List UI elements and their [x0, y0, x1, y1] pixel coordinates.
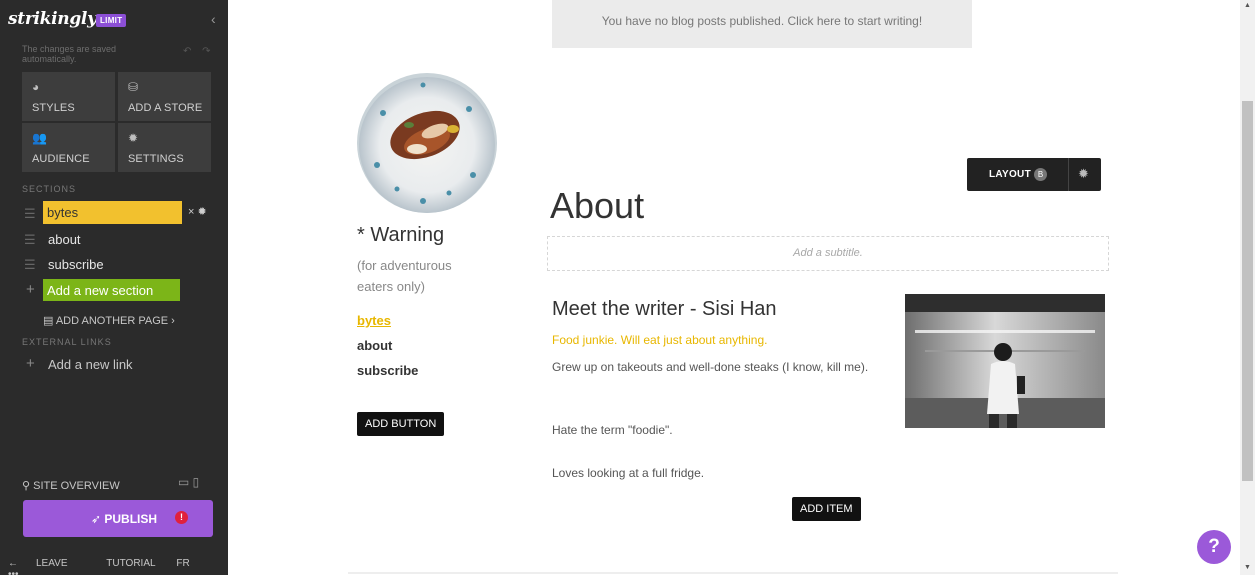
drag-handle-icon[interactable]: ☰ — [24, 257, 36, 273]
site-overview-label: SITE OVERVIEW — [33, 480, 120, 492]
collapse-sidebar-icon[interactable]: ‹ — [211, 11, 216, 27]
strikingly-logo[interactable]: strikingly — [8, 9, 97, 29]
sidebar-bottom-bar: ← LEAVE TUTORIAL FR ••• — [8, 558, 228, 580]
palette-icon: ◕ — [32, 80, 40, 94]
publish-button[interactable]: ➶ PUBLISH ! — [23, 500, 213, 537]
subtitle-input[interactable]: Add a subtitle. — [547, 236, 1109, 271]
plus-icon: + — [26, 355, 35, 372]
item-title[interactable]: Meet the writer - Sisi Han — [552, 298, 777, 321]
leave-button[interactable]: ← LEAVE — [8, 558, 88, 569]
publish-label: ➶ PUBLISH — [91, 512, 158, 526]
section-title[interactable]: About — [550, 185, 644, 227]
writer-photo[interactable] — [905, 294, 1105, 428]
drag-handle-icon[interactable]: ☰ — [24, 232, 36, 248]
add-store-label: ADD A STORE — [128, 102, 203, 114]
store-icon: ⛁ — [128, 80, 139, 94]
section-item-about[interactable]: ☰ about — [22, 228, 218, 250]
add-page-label: ADD ANOTHER PAGE › — [55, 315, 175, 327]
site-overview-button[interactable]: ⚲ SITE OVERVIEW — [22, 479, 120, 492]
site-logo-image[interactable] — [357, 73, 497, 213]
site-canvas: You have no blog posts published. Click … — [228, 0, 1240, 575]
add-store-tile[interactable]: ⛁ ADD A STORE — [118, 72, 211, 121]
item-paragraph[interactable]: Grew up on takeouts and well-done steaks… — [552, 357, 892, 377]
device-preview-icons[interactable]: ▭ ▯ — [178, 475, 199, 489]
layout-button[interactable]: LAYOUT — [989, 169, 1031, 180]
section-label: bytes — [47, 205, 79, 220]
add-another-page-link[interactable]: ▤ ADD ANOTHER PAGE › — [43, 314, 175, 327]
add-button-button[interactable]: ADD BUTTON — [357, 412, 445, 436]
scroll-up-icon[interactable]: ▲ — [1244, 2, 1251, 9]
active-section-bytes[interactable]: bytes — [43, 201, 182, 224]
language-button[interactable]: FR — [176, 558, 189, 569]
editor-sidebar: strikingly LIMIT ‹ The changes are saved… — [0, 0, 228, 580]
scroll-down-icon[interactable]: ▼ — [1244, 564, 1251, 571]
site-nav: bytes about subscribe — [357, 313, 418, 388]
limit-badge[interactable]: LIMIT — [96, 14, 127, 27]
audience-tile[interactable]: 👥 AUDIENCE — [22, 123, 115, 172]
sections-heading: SECTIONS — [22, 184, 77, 194]
audience-label: AUDIENCE — [32, 153, 90, 165]
add-section-button[interactable]: Add a new section — [43, 279, 180, 301]
arrow-left-icon: ← — [8, 558, 18, 569]
nav-link-about[interactable]: about — [357, 338, 418, 363]
autosave-note: The changes are saved automatically. — [22, 44, 117, 64]
site-title[interactable]: * Warning — [357, 224, 444, 247]
section-divider — [348, 572, 1118, 574]
settings-label: SETTINGS — [128, 153, 184, 165]
gear-icon: ✹ — [128, 131, 139, 145]
drag-handle-icon[interactable]: ☰ — [24, 206, 36, 222]
section-label: subscribe — [48, 257, 104, 272]
external-links-heading: EXTERNAL LINKS — [22, 337, 112, 347]
page-icon: ▤ — [43, 315, 56, 327]
layout-toolbar: LAYOUT B ✹ — [967, 158, 1101, 191]
nav-link-bytes[interactable]: bytes — [357, 313, 418, 338]
nav-link-subscribe[interactable]: subscribe — [357, 363, 418, 388]
item-tagline[interactable]: Food junkie. Will eat just about anythin… — [552, 333, 767, 347]
section-item-subscribe[interactable]: ☰ subscribe — [22, 253, 218, 275]
item-paragraph[interactable]: Hate the term "foodie". — [552, 420, 892, 440]
tutorial-button[interactable]: TUTORIAL — [106, 558, 155, 569]
audience-icon: 👥 — [32, 131, 47, 145]
toolbar-divider — [1068, 158, 1069, 191]
section-label: about — [48, 232, 81, 247]
help-button[interactable]: ? — [1197, 530, 1231, 564]
styles-tile[interactable]: ◕ STYLES — [22, 72, 115, 121]
settings-tile[interactable]: ✹ SETTINGS — [118, 123, 211, 172]
layout-variant-badge: B — [1034, 168, 1047, 181]
gear-icon[interactable]: ✹ — [1078, 166, 1089, 182]
scrollbar-thumb[interactable] — [1242, 101, 1253, 481]
add-item-button[interactable]: ADD ITEM — [792, 497, 861, 521]
search-icon: ⚲ — [22, 480, 34, 492]
alert-icon: ! — [175, 511, 188, 524]
add-section-label: Add a new section — [47, 283, 154, 298]
plus-icon: + — [26, 281, 35, 298]
site-subtitle[interactable]: (for adventurous eaters only) — [357, 255, 487, 297]
styles-label: STYLES — [32, 102, 75, 114]
item-paragraph[interactable]: Loves looking at a full fridge. — [552, 463, 892, 483]
rocket-icon: ➶ — [91, 512, 105, 526]
page-scrollbar[interactable]: ▲ ▼ — [1240, 0, 1255, 575]
add-link-button[interactable]: Add a new link — [48, 357, 133, 372]
blog-banner[interactable]: You have no blog posts published. Click … — [552, 0, 972, 48]
section-tools-icons[interactable]: × ✹ — [188, 205, 207, 218]
undo-redo-icons[interactable]: ↶ ↷ — [183, 46, 215, 57]
